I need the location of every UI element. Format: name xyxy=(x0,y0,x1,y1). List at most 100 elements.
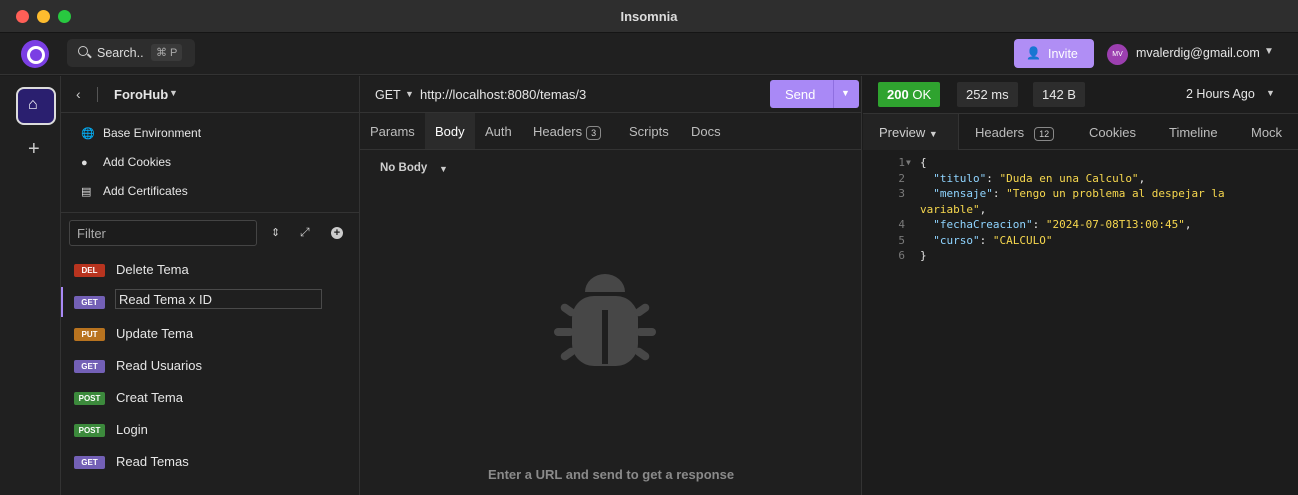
search-button[interactable]: Search.. ⌘ P xyxy=(67,39,195,67)
tab-label: Headers xyxy=(975,125,1025,140)
code-text: } xyxy=(920,249,927,262)
sidebar-item-base-environment[interactable]: 🌐 Base Environment xyxy=(81,126,201,140)
sidebar-item-add-cookies[interactable]: ● Add Cookies xyxy=(81,155,171,169)
tab-auth[interactable]: Auth xyxy=(485,113,512,149)
user-email[interactable]: mvalerdig@gmail.com xyxy=(1136,46,1260,60)
window-title: Insomnia xyxy=(620,9,678,24)
tab-docs[interactable]: Docs xyxy=(691,113,721,149)
request-name: Update Tema xyxy=(116,326,194,341)
json-key: "titulo" xyxy=(933,171,987,185)
fold-icon[interactable]: ▼ xyxy=(906,155,911,171)
chevron-down-icon[interactable]: ▼ xyxy=(439,164,448,174)
tab-cookies[interactable]: Cookies xyxy=(1089,114,1136,150)
json-key: "fechaCreacion" xyxy=(933,218,1033,231)
tab-headers[interactable]: Headers 3 xyxy=(533,113,602,149)
insomnia-logo-icon[interactable] xyxy=(21,40,49,68)
headers-count: 3 xyxy=(586,126,602,140)
request-name: Login xyxy=(116,422,148,437)
method-badge: GET xyxy=(74,360,105,373)
tab-response-headers[interactable]: Headers 12 xyxy=(975,114,1055,150)
tab-mock[interactable]: Mock xyxy=(1251,114,1282,150)
cookie-icon: ● xyxy=(81,157,88,169)
globe-icon: 🌐 xyxy=(81,128,95,140)
tab-label: Headers xyxy=(533,124,583,139)
back-icon[interactable]: ‹ xyxy=(76,86,81,102)
sidebar-item-label: Add Cookies xyxy=(103,155,172,169)
chevron-down-icon: ▼ xyxy=(928,129,938,139)
invite-button[interactable]: 👤 Invite xyxy=(1014,39,1094,68)
response-tabs: Preview ▼ Headers 12 Cookies Timeline Moc… xyxy=(863,113,1298,150)
method-badge: POST xyxy=(74,392,105,405)
code-text: "curso": "CALCULO" xyxy=(933,233,1053,247)
project-title[interactable]: ForoHub xyxy=(114,87,168,102)
empty-state-hint: Enter a URL and send to get a response xyxy=(487,467,735,482)
filter-input[interactable]: Filter xyxy=(69,220,257,246)
request-item-delete-tema[interactable]: DEL Delete Tema xyxy=(61,255,360,285)
request-name: Read Temas xyxy=(116,454,189,469)
bug-icon xyxy=(554,274,656,366)
sort-icon[interactable]: ⇕ xyxy=(271,226,280,239)
tab-params[interactable]: Params xyxy=(370,113,415,149)
tab-preview[interactable]: Preview ▼ xyxy=(863,114,959,150)
request-item-read-temas[interactable]: GET Read Temas xyxy=(61,447,360,477)
line-number: 6 xyxy=(898,249,905,262)
expand-icon[interactable]: ⤢ xyxy=(300,225,310,240)
request-item-update-tema[interactable]: PUT Update Tema xyxy=(61,319,360,349)
response-pane: 200 OK 252 ms 142 B 2 Hours Ago ▼ Previe… xyxy=(863,76,1298,495)
request-name: Delete Tema xyxy=(116,262,189,277)
method-badge: GET xyxy=(74,296,105,309)
body-type-select[interactable]: No Body xyxy=(380,162,427,174)
code-line: 5 "curso": "CALCULO" xyxy=(863,233,1298,249)
plus-icon[interactable]: + xyxy=(28,138,40,161)
sidebar-item-label: Base Environment xyxy=(103,126,202,140)
code-line: 4 "fechaCreacion": "2024-07-08T13:00:45"… xyxy=(863,217,1298,233)
avatar[interactable]: MV xyxy=(1107,44,1128,65)
sidebar-item-label: Add Certificates xyxy=(103,184,188,198)
code-text: "mensaje": "Tengo un problema al despeja… xyxy=(933,187,1225,200)
divider xyxy=(97,87,98,102)
code-text: { xyxy=(920,156,927,169)
sidebar-item-add-certificates[interactable]: ▤ Add Certificates xyxy=(81,184,188,198)
code-line: 2 "titulo": "Duda en una Calculo", xyxy=(863,171,1298,187)
json-key: "mensaje" xyxy=(933,187,993,200)
line-number: 1 xyxy=(898,156,905,169)
request-item-creat-tema[interactable]: POST Creat Tema xyxy=(61,383,360,413)
chevron-down-icon[interactable]: ▼ xyxy=(841,88,850,98)
request-name: Read Usuarios xyxy=(116,358,202,373)
method-badge: DEL xyxy=(74,264,105,277)
json-key: "curso" xyxy=(933,233,980,247)
home-button[interactable]: ⌂ xyxy=(16,87,56,125)
tab-scripts[interactable]: Scripts xyxy=(629,113,669,149)
chevron-down-icon[interactable]: ▼ xyxy=(169,88,178,98)
status-badge: 200 OK xyxy=(878,82,941,107)
add-icon[interactable]: + xyxy=(331,227,343,239)
request-item-read-usuarios[interactable]: GET Read Usuarios xyxy=(61,351,360,381)
invite-label: Invite xyxy=(1048,47,1078,61)
url-input[interactable]: http://localhost:8080/temas/3 xyxy=(420,87,586,102)
search-shortcut: ⌘ P xyxy=(151,44,183,61)
json-string: "2024-07-08T13:00:45" xyxy=(1045,218,1185,231)
request-name-input[interactable]: Read Tema x ID xyxy=(115,289,322,309)
search-label: Search.. xyxy=(97,46,144,60)
response-received[interactable]: 2 Hours Ago xyxy=(1186,87,1255,101)
request-name: Creat Tema xyxy=(116,390,183,405)
tab-timeline[interactable]: Timeline xyxy=(1169,114,1218,150)
response-body-viewer[interactable]: 1 ▼ { 2 "titulo": "Duda en una Calculo", 3… xyxy=(863,155,1298,264)
window-titlebar: Insomnia xyxy=(0,0,1298,33)
left-rail: ⌂ + xyxy=(0,76,61,495)
sidebar: ‹ ForoHub ▼ 🌐 Base Environment ● Add Cooki… xyxy=(61,76,360,495)
chevron-down-icon[interactable]: ▼ xyxy=(405,89,414,99)
home-icon: ⌂ xyxy=(28,96,38,113)
request-item-login[interactable]: POST Login xyxy=(61,415,360,445)
send-button[interactable]: Send ▼ xyxy=(770,80,859,108)
search-icon xyxy=(78,46,88,56)
tab-body[interactable]: Body xyxy=(425,113,475,149)
method-select[interactable]: GET xyxy=(375,88,401,102)
request-item-read-tema-x-id[interactable]: GET Read Tema x ID xyxy=(61,287,360,317)
chevron-down-icon[interactable]: ▼ xyxy=(1264,46,1274,57)
chevron-down-icon[interactable]: ▼ xyxy=(1266,88,1275,98)
status-text: OK xyxy=(912,87,932,102)
code-text: "titulo": "Duda en una Calculo", xyxy=(933,171,1146,185)
app-header: Search.. ⌘ P 👤 Invite MV mvalerdig@gmail… xyxy=(0,33,1298,75)
code-line-wrap: variable", xyxy=(863,202,1298,218)
